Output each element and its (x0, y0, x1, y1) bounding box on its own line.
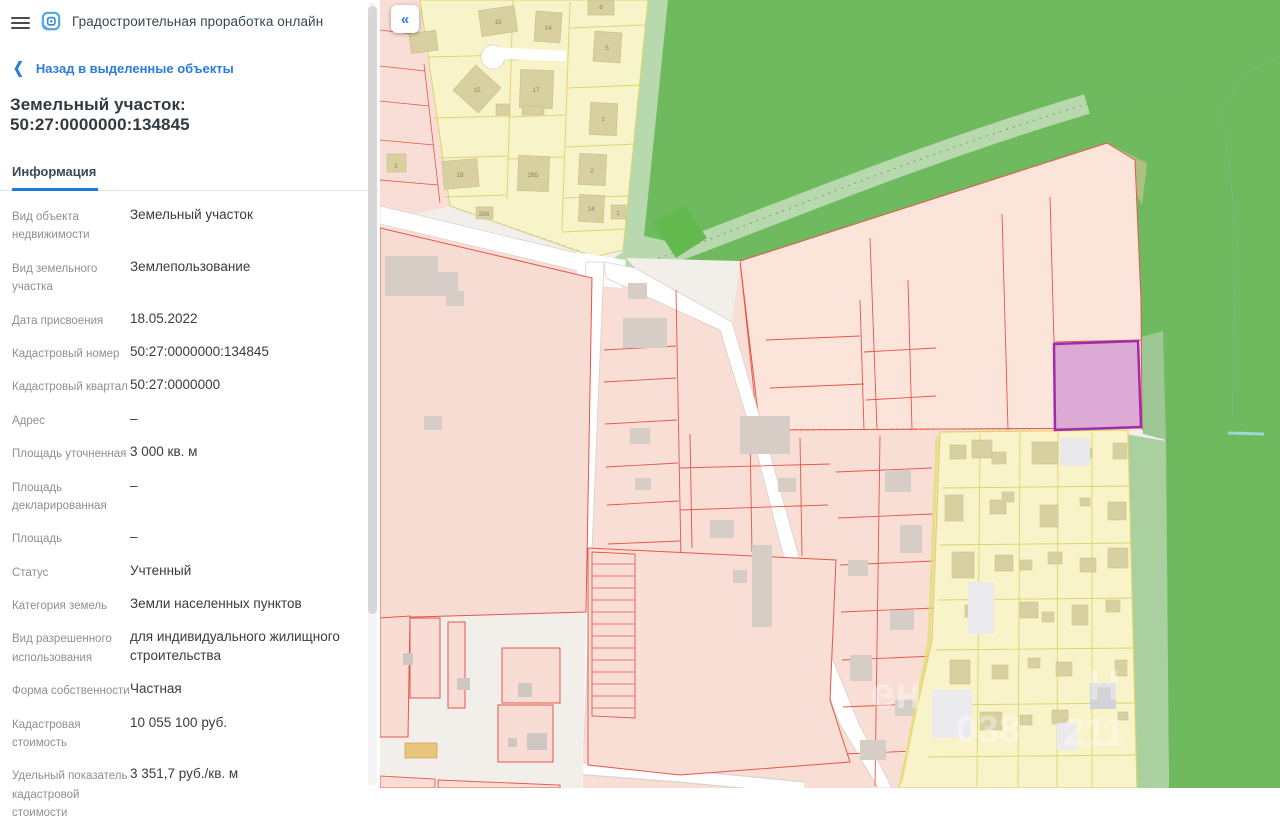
back-link[interactable]: ❮ Назад в выделенные объекты (13, 60, 380, 76)
tab-bar: Информация (0, 158, 380, 191)
map-canvas[interactable]: 15 14 6 5 15 17 1 2 18 265 286 14 1 2 ен… (380, 0, 1280, 788)
cadastral-map-svg[interactable]: 15 14 6 5 15 17 1 2 18 265 286 14 1 2 ен… (380, 0, 1280, 788)
scrollbar-thumb[interactable] (368, 6, 377, 614)
svg-text:1: 1 (601, 116, 605, 123)
field-row: Адрес– (12, 410, 366, 430)
chevron-double-left-icon: « (401, 12, 409, 27)
app-logo-icon (40, 10, 63, 33)
orange-building (405, 743, 437, 758)
field-row: Площадь уточненная3 000 кв. м (12, 443, 366, 463)
menu-button[interactable] (11, 17, 30, 30)
field-row: Вид земельного участкаЗемлепользование (12, 258, 366, 297)
svg-text:ен: ен (870, 669, 921, 718)
svg-text:15: 15 (473, 87, 481, 94)
svg-text:211: 211 (1063, 712, 1124, 754)
selected-parcel[interactable] (1054, 341, 1141, 430)
svg-text:18: 18 (456, 172, 464, 179)
field-row: Вид разрешенного использованиядля индиви… (12, 628, 366, 667)
water-line (1228, 433, 1264, 434)
field-row: Дата присвоения18.05.2022 (12, 310, 366, 330)
field-row: Кадастровый квартал50:27:0000000 (12, 376, 366, 396)
chevron-left-icon: ❮ (13, 58, 24, 77)
back-link-label: Назад в выделенные объекты (36, 61, 234, 76)
svg-text:15: 15 (494, 19, 502, 26)
field-row: Кадастровый номер50:27:0000000:134845 (12, 343, 366, 363)
svg-text:14: 14 (587, 206, 595, 213)
svg-text:2: 2 (590, 168, 594, 175)
svg-text:17: 17 (532, 87, 540, 94)
svg-text:2: 2 (394, 163, 398, 170)
left-block-parcels (380, 228, 592, 788)
field-row: Категория земельЗемли населенных пунктов (12, 595, 366, 615)
panel-scrollbar[interactable] (368, 2, 377, 786)
svg-text:6: 6 (599, 4, 603, 11)
info-panel: Градостроительная проработка онлайн ❮ На… (0, 0, 380, 788)
field-row: Удельный показатель кадастровой стоимост… (12, 765, 366, 822)
field-row: Площадь декларированная– (12, 477, 366, 516)
page-title: Земельный участок: 50:27:0000000:134845 (10, 95, 368, 135)
svg-text:265: 265 (528, 172, 539, 179)
field-row: Кадастровая стоимость10 055 100 руб. (12, 714, 366, 753)
svg-text:038: 038 (956, 709, 1019, 751)
field-row: Вид объекта недвижимостиЗемельный участо… (12, 206, 366, 245)
app-root: Градостроительная проработка онлайн ❮ На… (0, 0, 1280, 788)
tab-information[interactable]: Информация (12, 158, 98, 191)
app-title: Градостроительная проработка онлайн (72, 14, 323, 29)
svg-text:1: 1 (616, 210, 620, 217)
attributes-list: Вид объекта недвижимостиЗемельный участо… (12, 206, 366, 823)
svg-text:Н: Н (1088, 661, 1120, 710)
field-row: СтатусУчтенный (12, 562, 366, 582)
svg-text:5: 5 (605, 45, 609, 52)
field-row: Форма собственностиЧастная (12, 680, 366, 700)
panel-header: Градостроительная проработка онлайн (0, 0, 380, 39)
svg-text:14: 14 (544, 25, 552, 32)
collapse-panel-button[interactable]: « (391, 5, 419, 33)
svg-text:286: 286 (479, 211, 490, 218)
field-row: Площадь– (12, 528, 366, 548)
hamburger-icon (11, 17, 30, 19)
industrial-parcel (588, 545, 850, 775)
